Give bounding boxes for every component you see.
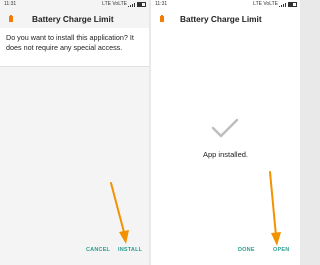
battery-icon bbox=[288, 2, 297, 7]
open-button[interactable]: OPEN bbox=[273, 247, 289, 253]
network-label: LTE VoLTE bbox=[253, 1, 278, 7]
status-bar: 11:31 LTE VoLTE bbox=[0, 0, 149, 9]
install-complete-screen: 11:31 LTE VoLTE Battery Charge Limit App… bbox=[151, 0, 300, 265]
app-header: Battery Charge Limit bbox=[0, 13, 149, 27]
network-label: LTE VoLTE bbox=[102, 1, 127, 7]
checkmark-icon bbox=[211, 118, 239, 138]
status-icons: LTE VoLTE bbox=[102, 0, 146, 9]
cancel-button[interactable]: CANCEL bbox=[86, 247, 110, 253]
status-bar: 11:31 LTE VoLTE bbox=[151, 0, 300, 9]
status-time: 11:31 bbox=[4, 1, 17, 7]
install-question: Do you want to install this application?… bbox=[6, 33, 134, 52]
status-icons: LTE VoLTE bbox=[253, 0, 297, 9]
signal-icon bbox=[128, 2, 135, 7]
app-icon bbox=[9, 15, 13, 22]
app-icon bbox=[160, 15, 164, 22]
install-button[interactable]: INSTALL bbox=[118, 247, 142, 253]
installed-message: App installed. bbox=[202, 150, 249, 159]
install-prompt-screen: 11:31 LTE VoLTE Battery Charge Limit Do … bbox=[0, 0, 149, 265]
app-title: Battery Charge Limit bbox=[32, 14, 114, 24]
signal-icon bbox=[279, 2, 286, 7]
done-button[interactable]: DONE bbox=[238, 247, 255, 253]
install-question-card: Do you want to install this application?… bbox=[0, 28, 149, 67]
status-time: 11:31 bbox=[155, 1, 168, 7]
battery-icon bbox=[137, 2, 146, 7]
app-title: Battery Charge Limit bbox=[180, 14, 262, 24]
app-header: Battery Charge Limit bbox=[151, 13, 300, 27]
